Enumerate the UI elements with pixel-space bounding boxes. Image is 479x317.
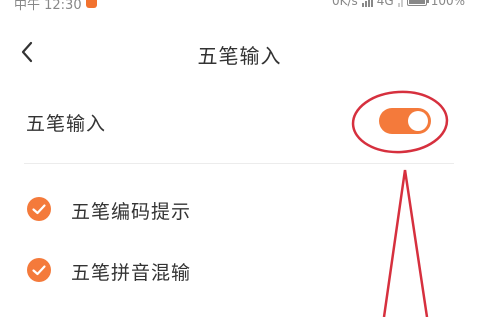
toggle-knob [408, 111, 428, 131]
page-title: 五笔输入 [197, 44, 282, 68]
option-label: 五笔拼音混输 [71, 262, 192, 284]
wubi-input-row: 五笔输入 [0, 98, 479, 148]
check-icon [27, 258, 51, 282]
check-icon [27, 197, 51, 221]
status-indicators: 0K/s 4G 100% [332, 0, 465, 8]
wubi-input-toggle[interactable] [379, 108, 431, 134]
network-speed: 0K/s [331, 0, 358, 8]
status-time: 中午 12:30 [14, 0, 82, 13]
network-type: 4G [376, 0, 394, 8]
option-wubi-pinyin-mix[interactable]: 五笔拼音混输 [0, 251, 479, 291]
battery-icon [406, 0, 429, 6]
status-bar: 中午 12:30 0K/s 4G 100% [0, 0, 479, 14]
notification-app-icon [86, 0, 97, 8]
option-wubi-code-hint[interactable]: 五笔编码提示 [0, 190, 479, 230]
signal-icon-secondary [397, 0, 403, 7]
battery-level: 100% [430, 0, 465, 8]
divider [24, 163, 454, 164]
option-label: 五笔编码提示 [71, 201, 192, 223]
signal-icon [361, 0, 373, 7]
wubi-input-label: 五笔输入 [26, 113, 107, 135]
